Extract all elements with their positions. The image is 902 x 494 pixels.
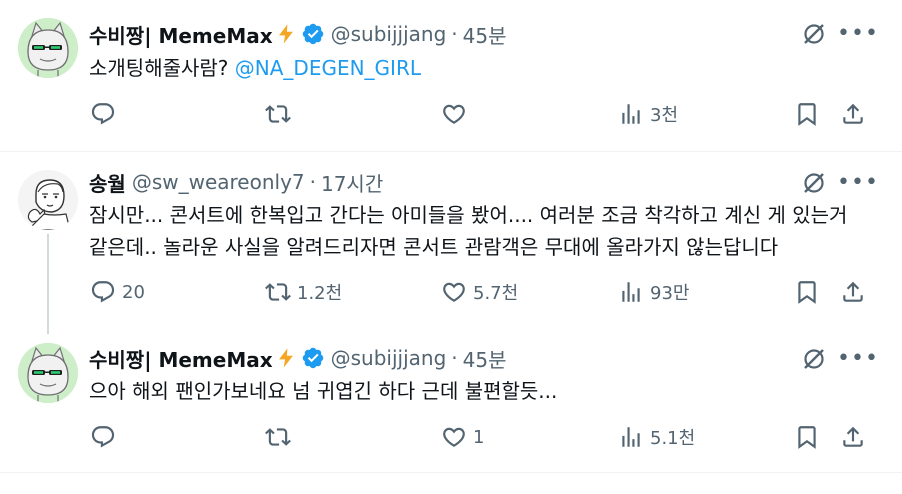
reply-count: 20 — [122, 281, 145, 303]
tweet-text-line: 같은데.. 놀라운 사실을 알려드리자면 콘서트 관람객은 무대에 올라가지 않… — [89, 235, 779, 259]
retweet-button[interactable] — [265, 424, 297, 450]
like-icon — [441, 424, 467, 450]
tweet-text-content: 으아 해외 팬인가보네요 넘 귀엽긴 하다 근데 불편할듯... — [89, 379, 558, 403]
user-handle[interactable]: @subijjjang — [331, 346, 447, 370]
tweet-divider — [0, 472, 902, 473]
retweet-icon — [265, 424, 291, 450]
verified-badge-icon[interactable] — [301, 22, 325, 46]
tweet-header: 수비짱| MemeMax @subijjjang · 45분 — [89, 20, 507, 49]
more-icon[interactable]: ••• — [837, 22, 878, 46]
like-button[interactable] — [441, 101, 473, 127]
bookmark-button[interactable] — [794, 101, 820, 127]
bookmark-icon — [794, 279, 820, 305]
timestamp[interactable]: 17시간 — [321, 168, 383, 197]
like-count: 5.7천 — [473, 283, 519, 304]
like-button[interactable]: 5.7천 — [441, 279, 518, 305]
display-name[interactable]: 수비짱| MemeMax — [89, 20, 273, 49]
views-count: 3천 — [650, 105, 679, 126]
action-bar: 20 1.2천 5.7천 93만 — [0, 279, 902, 309]
views-button[interactable]: 93만 — [618, 279, 689, 305]
action-bar: 1 5.1천 — [0, 424, 902, 454]
avatar[interactable] — [18, 18, 78, 78]
views-icon — [618, 424, 644, 450]
tweet[interactable]: 수비짱| MemeMax @subijjjang · 45분 ••• 으아 해외… — [0, 337, 902, 494]
avatar[interactable] — [18, 343, 78, 403]
bookmark-icon — [794, 424, 820, 450]
avatar[interactable] — [18, 170, 78, 230]
retweet-icon — [265, 279, 291, 305]
bookmark-icon — [794, 101, 820, 127]
share-icon — [840, 101, 866, 127]
tweet-text-content: 소개팅해줄사람? — [89, 56, 235, 80]
tweet-text-line: 잠시만... 콘서트에 한복입고 간다는 아미들을 봤어.... 여러분 조금 … — [89, 203, 848, 227]
like-button[interactable]: 1 — [441, 424, 484, 450]
tweet[interactable]: 수비짱| MemeMax @subijjjang · 45분 ••• 소개팅해줄… — [0, 0, 902, 152]
tweet-top-actions: ••• — [802, 171, 878, 195]
mention-link[interactable]: @NA_DEGEN_GIRL — [235, 56, 421, 80]
tweet[interactable]: 송월 @sw_weareonly7 · 17시간 ••• 잠시만... 콘서트에… — [0, 152, 902, 337]
display-name[interactable]: 수비짱| MemeMax — [89, 344, 273, 373]
verified-badge-icon[interactable] — [301, 346, 325, 370]
bookmark-button[interactable] — [794, 424, 820, 450]
more-icon[interactable]: ••• — [837, 171, 878, 195]
tweet-top-actions: ••• — [802, 22, 878, 46]
reply-button[interactable] — [90, 424, 122, 450]
share-icon — [840, 424, 866, 450]
user-handle[interactable]: @subijjjang — [331, 22, 447, 46]
grok-icon[interactable] — [802, 22, 826, 46]
tweet-text: 소개팅해줄사람? @NA_DEGEN_GIRL — [89, 52, 421, 84]
share-icon — [840, 279, 866, 305]
cat-avatar-image — [18, 343, 78, 403]
reply-button[interactable] — [90, 101, 122, 127]
reply-button[interactable]: 20 — [90, 279, 145, 305]
share-button[interactable] — [840, 101, 866, 127]
views-button[interactable]: 3천 — [618, 101, 678, 127]
tweet-header: 수비짱| MemeMax @subijjjang · 45분 — [89, 344, 507, 373]
tweet-top-actions: ••• — [802, 347, 878, 371]
views-button[interactable]: 5.1천 — [618, 424, 695, 450]
timestamp[interactable]: 45분 — [463, 20, 507, 49]
cat-avatar-image — [18, 18, 78, 78]
retweet-button[interactable] — [265, 101, 297, 127]
separator-dot: · — [451, 22, 458, 46]
like-count: 1 — [473, 426, 485, 448]
separator-dot: · — [451, 346, 458, 370]
share-button[interactable] — [840, 279, 866, 305]
tweet-text: 으아 해외 팬인가보네요 넘 귀엽긴 하다 근데 불편할듯... — [89, 375, 557, 407]
reply-icon — [90, 101, 116, 127]
separator-dot: · — [309, 170, 316, 194]
lightning-emoji-icon — [275, 347, 297, 369]
retweet-count: 1.2천 — [297, 283, 343, 304]
timestamp[interactable]: 45분 — [463, 344, 507, 373]
views-icon — [618, 279, 644, 305]
bookmark-button[interactable] — [794, 279, 820, 305]
sketch-avatar-image — [18, 170, 78, 230]
lightning-emoji-icon — [275, 23, 297, 45]
reply-icon — [90, 279, 116, 305]
views-count: 93만 — [650, 283, 690, 304]
views-icon — [618, 101, 644, 127]
share-button[interactable] — [840, 424, 866, 450]
retweet-icon — [265, 101, 291, 127]
reply-icon — [90, 424, 116, 450]
views-count: 5.1천 — [650, 428, 696, 449]
like-icon — [441, 101, 467, 127]
grok-icon[interactable] — [802, 347, 826, 371]
tweet-header: 송월 @sw_weareonly7 · 17시간 — [89, 168, 383, 197]
retweet-button[interactable]: 1.2천 — [265, 279, 342, 305]
display-name[interactable]: 송월 — [89, 168, 126, 197]
action-bar: 3천 — [0, 101, 902, 131]
grok-icon[interactable] — [802, 171, 826, 195]
tweet-text: 잠시만... 콘서트에 한복입고 간다는 아미들을 봤어.... 여러분 조금 … — [89, 199, 847, 263]
like-icon — [441, 279, 467, 305]
user-handle[interactable]: @sw_weareonly7 — [132, 170, 305, 194]
more-icon[interactable]: ••• — [837, 347, 878, 371]
